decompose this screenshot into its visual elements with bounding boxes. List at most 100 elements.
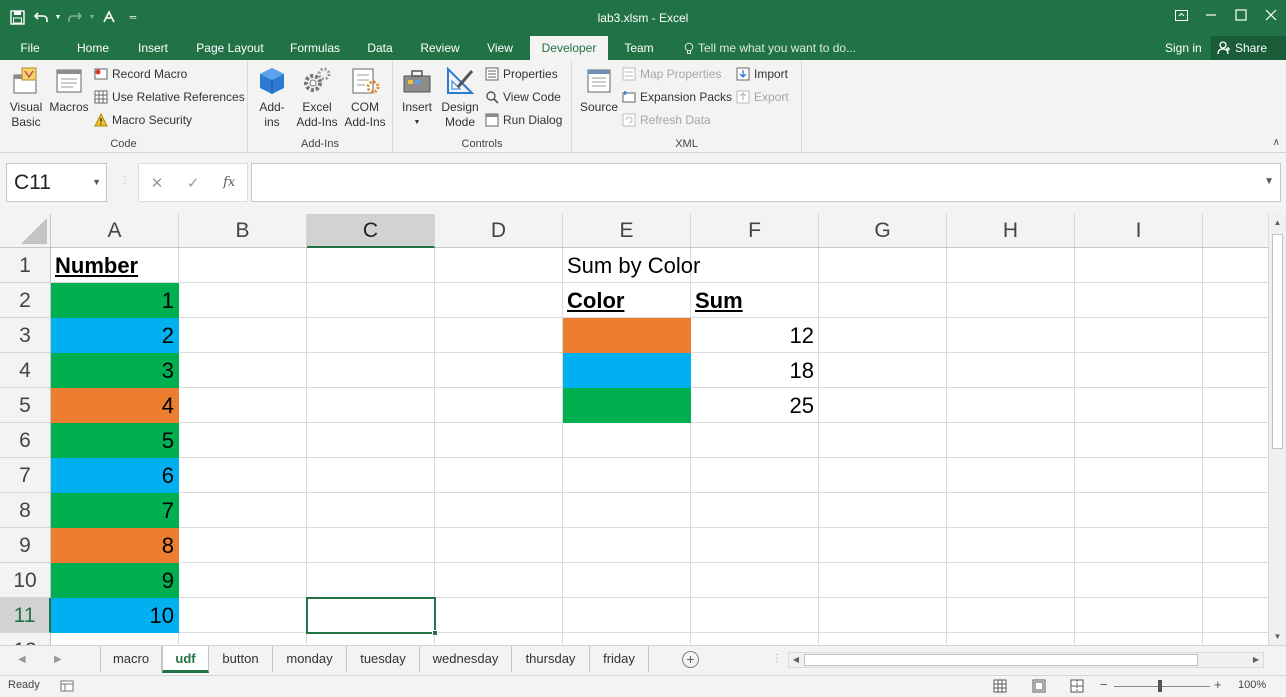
macros-button[interactable]: Macros [48, 65, 90, 115]
sheet-tab-thursday[interactable]: thursday [512, 646, 590, 672]
sheet-tab-monday[interactable]: monday [273, 646, 347, 672]
cell-i3[interactable] [1075, 318, 1203, 353]
cell-c4[interactable] [307, 353, 435, 388]
tell-me-box[interactable]: Tell me what you want to do... [684, 36, 856, 60]
cell-b12[interactable] [179, 633, 307, 645]
cell-g1[interactable] [819, 248, 947, 283]
cell-i4[interactable] [1075, 353, 1203, 388]
cell-e11[interactable] [563, 598, 691, 633]
import-button[interactable]: Import [736, 64, 788, 84]
cell-c10[interactable] [307, 563, 435, 598]
cell-h6[interactable] [947, 423, 1075, 458]
tab-page-layout[interactable]: Page Layout [188, 36, 272, 60]
column-header-c[interactable]: C [307, 214, 435, 248]
cell-j3[interactable] [1203, 318, 1268, 353]
column-header-h[interactable]: H [947, 214, 1075, 248]
cell-c2[interactable] [307, 283, 435, 318]
cell-c9[interactable] [307, 528, 435, 563]
cell-f12[interactable] [691, 633, 819, 645]
refresh-data-button[interactable]: Refresh Data [622, 110, 711, 130]
column-header-b[interactable]: B [179, 214, 307, 248]
design-mode-button[interactable]: Design Mode [437, 65, 483, 130]
row-header-5[interactable]: 5 [0, 388, 51, 423]
cell-i1[interactable] [1075, 248, 1203, 283]
cell-a12[interactable] [51, 633, 179, 645]
visual-basic-button[interactable]: Visual Basic [4, 65, 48, 130]
zoom-out-icon[interactable]: − [1100, 677, 1108, 692]
cell-h8[interactable] [947, 493, 1075, 528]
close-icon[interactable] [1256, 0, 1286, 30]
cell-e3[interactable] [563, 318, 691, 353]
cell-f6[interactable] [691, 423, 819, 458]
cell-i9[interactable] [1075, 528, 1203, 563]
cell-e10[interactable] [563, 563, 691, 598]
row-header-7[interactable]: 7 [0, 458, 51, 493]
cell-i2[interactable] [1075, 283, 1203, 318]
cell-j1[interactable] [1203, 248, 1268, 283]
cell-g7[interactable] [819, 458, 947, 493]
cell-j6[interactable] [1203, 423, 1268, 458]
cell-a2[interactable]: 1 [51, 283, 179, 318]
cell-j8[interactable] [1203, 493, 1268, 528]
row-header-11[interactable]: 11 [0, 598, 51, 633]
sign-in-link[interactable]: Sign in [1165, 36, 1202, 60]
cell-d1[interactable] [435, 248, 563, 283]
next-sheet-icon[interactable]: ▶ [54, 654, 62, 665]
cell-g12[interactable] [819, 633, 947, 645]
sheet-tab-button[interactable]: button [209, 646, 273, 672]
expand-formula-bar-icon[interactable]: ▼ [1264, 176, 1274, 187]
expansion-packs-button[interactable]: Expansion Packs [622, 87, 732, 107]
cell-b8[interactable] [179, 493, 307, 528]
cell-f3[interactable]: 12 [691, 318, 819, 353]
cell-j7[interactable] [1203, 458, 1268, 493]
cell-g9[interactable] [819, 528, 947, 563]
cell-g6[interactable] [819, 423, 947, 458]
column-header-g[interactable]: G [819, 214, 947, 248]
tab-insert[interactable]: Insert [128, 36, 178, 60]
cell-b2[interactable] [179, 283, 307, 318]
cell-j5[interactable] [1203, 388, 1268, 423]
cell-c5[interactable] [307, 388, 435, 423]
column-header-e[interactable]: E [563, 214, 691, 248]
cell-j9[interactable] [1203, 528, 1268, 563]
page-layout-view-icon[interactable] [1032, 679, 1046, 693]
cell-h3[interactable] [947, 318, 1075, 353]
tab-view[interactable]: View [478, 36, 522, 60]
cell-c11[interactable] [307, 598, 435, 633]
cell-f8[interactable] [691, 493, 819, 528]
cell-a3[interactable]: 2 [51, 318, 179, 353]
cell-e6[interactable] [563, 423, 691, 458]
tab-team[interactable]: Team [614, 36, 664, 60]
cell-d5[interactable] [435, 388, 563, 423]
cell-b11[interactable] [179, 598, 307, 633]
enter-icon[interactable]: ✓ [187, 174, 200, 192]
maximize-icon[interactable] [1226, 0, 1256, 30]
cell-a6[interactable]: 5 [51, 423, 179, 458]
cell-e7[interactable] [563, 458, 691, 493]
select-all-corner[interactable] [0, 214, 51, 248]
cell-d10[interactable] [435, 563, 563, 598]
cell-f5[interactable]: 25 [691, 388, 819, 423]
cell-e8[interactable] [563, 493, 691, 528]
cell-a1[interactable]: Number [51, 248, 179, 283]
sheet-tab-wednesday[interactable]: wednesday [420, 646, 512, 672]
map-properties-button[interactable]: Map Properties [622, 64, 721, 84]
worksheet-grid[interactable]: ABCDEFGHI123456789101112NumberSum by Col… [0, 214, 1268, 645]
row-header-10[interactable]: 10 [0, 563, 51, 598]
excel-addins-button[interactable]: Excel Add-Ins [294, 65, 340, 130]
cell-i7[interactable] [1075, 458, 1203, 493]
export-button[interactable]: Export [736, 87, 789, 107]
cell-d11[interactable] [435, 598, 563, 633]
zoom-level[interactable]: 100% [1238, 679, 1266, 691]
cell-f2[interactable]: Sum [691, 283, 819, 318]
tab-home[interactable]: Home [68, 36, 118, 60]
cell-b3[interactable] [179, 318, 307, 353]
page-break-view-icon[interactable] [1070, 679, 1084, 693]
column-header-partial[interactable] [1203, 214, 1268, 248]
cell-i10[interactable] [1075, 563, 1203, 598]
cell-b10[interactable] [179, 563, 307, 598]
scroll-down-icon[interactable]: ▼ [1269, 628, 1286, 645]
cell-b7[interactable] [179, 458, 307, 493]
sheet-tab-tuesday[interactable]: tuesday [347, 646, 420, 672]
addins-button[interactable]: Add- ins [252, 65, 292, 130]
